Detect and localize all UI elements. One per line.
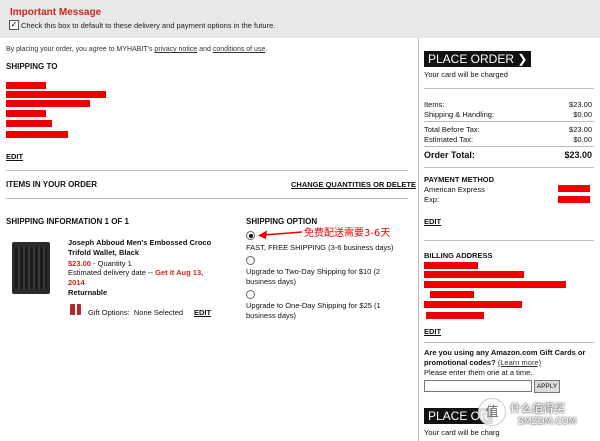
conditions-of-use-link[interactable]: conditions of use xyxy=(213,46,266,53)
delivery-estimate: Estimated delivery date -- Get it Aug 13… xyxy=(68,268,203,277)
order-total-label: Order Total: xyxy=(424,150,475,160)
sidebar-divider-line xyxy=(424,342,594,343)
billing-address-heading: BILLING ADDRESS xyxy=(424,251,493,260)
items-heading: ITEMS IN YOUR ORDER xyxy=(6,180,97,189)
place-order-button[interactable]: PLACE ORDER ❯ xyxy=(424,51,532,67)
sidebar-divider xyxy=(418,38,419,441)
shipping-option-radio-free[interactable] xyxy=(246,231,255,240)
shipping-to-edit-link[interactable]: EDIT xyxy=(6,152,23,161)
sidebar-divider-line xyxy=(424,167,594,168)
redacted-address-line xyxy=(6,82,46,89)
redacted-billing-line xyxy=(430,291,474,298)
sidebar-divider-line xyxy=(424,240,594,241)
gift-options-value: None Selected xyxy=(133,308,184,317)
product-name[interactable]: Joseph Abboud Men's Embossed Croco xyxy=(68,238,211,247)
redacted-card-exp xyxy=(558,196,590,203)
redacted-billing-line xyxy=(424,301,522,308)
annotation-text: 免费配送需要3-6天 xyxy=(304,228,391,239)
notice-title: Important Message xyxy=(10,7,102,18)
delivery-date: Get it Aug 13, xyxy=(155,268,204,277)
agreement-text: By placing your order, you agree to MYHA… xyxy=(6,46,267,53)
order-total-value: $23.00 xyxy=(564,150,592,160)
summary-tax-value: $0.00 xyxy=(573,135,592,144)
shipping-option-label-two-day[interactable]: Upgrade to Two-Day Shipping for $10 (2 xyxy=(246,267,380,276)
delivery-label: Estimated delivery date -- xyxy=(68,268,154,277)
watermark-domain: SMZDM.COM xyxy=(518,417,577,427)
sidebar-divider-line xyxy=(424,88,594,89)
annotation-arrow-icon xyxy=(258,230,302,239)
agreement-and: and xyxy=(199,46,211,53)
redacted-billing-line xyxy=(424,262,478,269)
summary-items-label: Items: xyxy=(424,100,445,109)
default-options-label: Check this box to default to these deliv… xyxy=(21,21,276,30)
promo-code-input[interactable] xyxy=(424,380,532,392)
summary-before-tax-value: $23.00 xyxy=(569,125,592,134)
redacted-address-line xyxy=(6,100,90,107)
redacted-billing-line xyxy=(424,271,524,278)
summary-before-tax-label: Total Before Tax: xyxy=(424,125,480,134)
redacted-address-line xyxy=(6,131,68,138)
gift-icon xyxy=(70,304,81,315)
shipping-option-radio-two-day[interactable] xyxy=(246,256,255,265)
payment-card: American Express xyxy=(424,185,485,194)
learn-more-link[interactable]: (Learn more) xyxy=(498,358,541,367)
shipping-option-label-one-day[interactable]: Upgrade to One-Day Shipping for $25 (1 xyxy=(246,301,381,310)
watermark-logo-icon: 值 xyxy=(478,398,506,426)
important-message-bar xyxy=(0,0,600,38)
redacted-card-number xyxy=(558,185,590,192)
shipping-option-label-two-day-2[interactable]: business days) xyxy=(246,277,296,286)
change-quantities-link[interactable]: CHANGE QUANTITIES OR DELETE xyxy=(291,180,416,189)
summary-tax-label: Estimated Tax: xyxy=(424,135,474,144)
payment-exp: Exp: xyxy=(424,195,440,204)
charged-text-bottom: Your card will be charg xyxy=(424,428,500,437)
privacy-notice-link[interactable]: privacy notice xyxy=(154,46,197,53)
summary-divider xyxy=(424,146,594,147)
default-options-checkbox[interactable]: ✓ xyxy=(9,20,19,30)
charged-text: Your card will be charged xyxy=(424,70,508,79)
chevron-right-icon: ❯ xyxy=(517,52,528,66)
gift-options-edit-link[interactable]: EDIT xyxy=(194,308,211,317)
shipping-option-label-free[interactable]: FAST, FREE SHIPPING (3-6 business days) xyxy=(246,243,394,252)
redacted-billing-line xyxy=(426,312,484,319)
product-image[interactable] xyxy=(12,242,50,294)
redacted-address-line xyxy=(6,120,52,127)
shipping-info-heading: SHIPPING INFORMATION 1 OF 1 xyxy=(6,217,129,226)
summary-shipping-value: $0.00 xyxy=(573,110,592,119)
promo-instruction: Please enter them one at a time. xyxy=(424,368,533,377)
shipping-to-heading: SHIPPING TO xyxy=(6,62,58,71)
gift-options-label: Gift Options: xyxy=(88,308,130,317)
section-divider xyxy=(6,198,408,199)
product-name-line2[interactable]: Trifold Wallet, Black xyxy=(68,248,139,257)
summary-items-value: $23.00 xyxy=(569,100,592,109)
agreement-prefix: By placing your order, you agree to MYHA… xyxy=(6,46,153,53)
delivery-date-year: 2014 xyxy=(68,278,85,287)
product-quantity: - Quantity 1 xyxy=(93,259,132,268)
gift-options: Gift Options: None Selected xyxy=(88,308,183,317)
redacted-billing-line xyxy=(424,281,566,288)
summary-shipping-label: Shipping & Handling: xyxy=(424,110,495,119)
section-divider xyxy=(6,170,408,171)
payment-method-heading: PAYMENT METHOD xyxy=(424,175,495,184)
watermark-text: 什么值得买 xyxy=(510,402,565,415)
shipping-option-radio-one-day[interactable] xyxy=(246,290,255,299)
price-quantity: $23.00 - Quantity 1 xyxy=(68,259,132,268)
redacted-address-line xyxy=(6,91,106,98)
billing-edit-link[interactable]: EDIT xyxy=(424,327,441,336)
payment-edit-link[interactable]: EDIT xyxy=(424,217,441,226)
place-order-label: PLACE ORDER xyxy=(428,52,515,66)
returnable-label: Returnable xyxy=(68,288,108,297)
product-price: $23.00 xyxy=(68,259,91,268)
promo-question: Are you using any Amazon.com Gift Cards … xyxy=(424,348,594,368)
shipping-option-label-one-day-2[interactable]: business days) xyxy=(246,311,296,320)
summary-divider xyxy=(424,121,594,122)
agreement-suffix: . xyxy=(265,46,268,53)
redacted-address-line xyxy=(6,110,46,117)
apply-button[interactable]: APPLY xyxy=(534,380,560,393)
